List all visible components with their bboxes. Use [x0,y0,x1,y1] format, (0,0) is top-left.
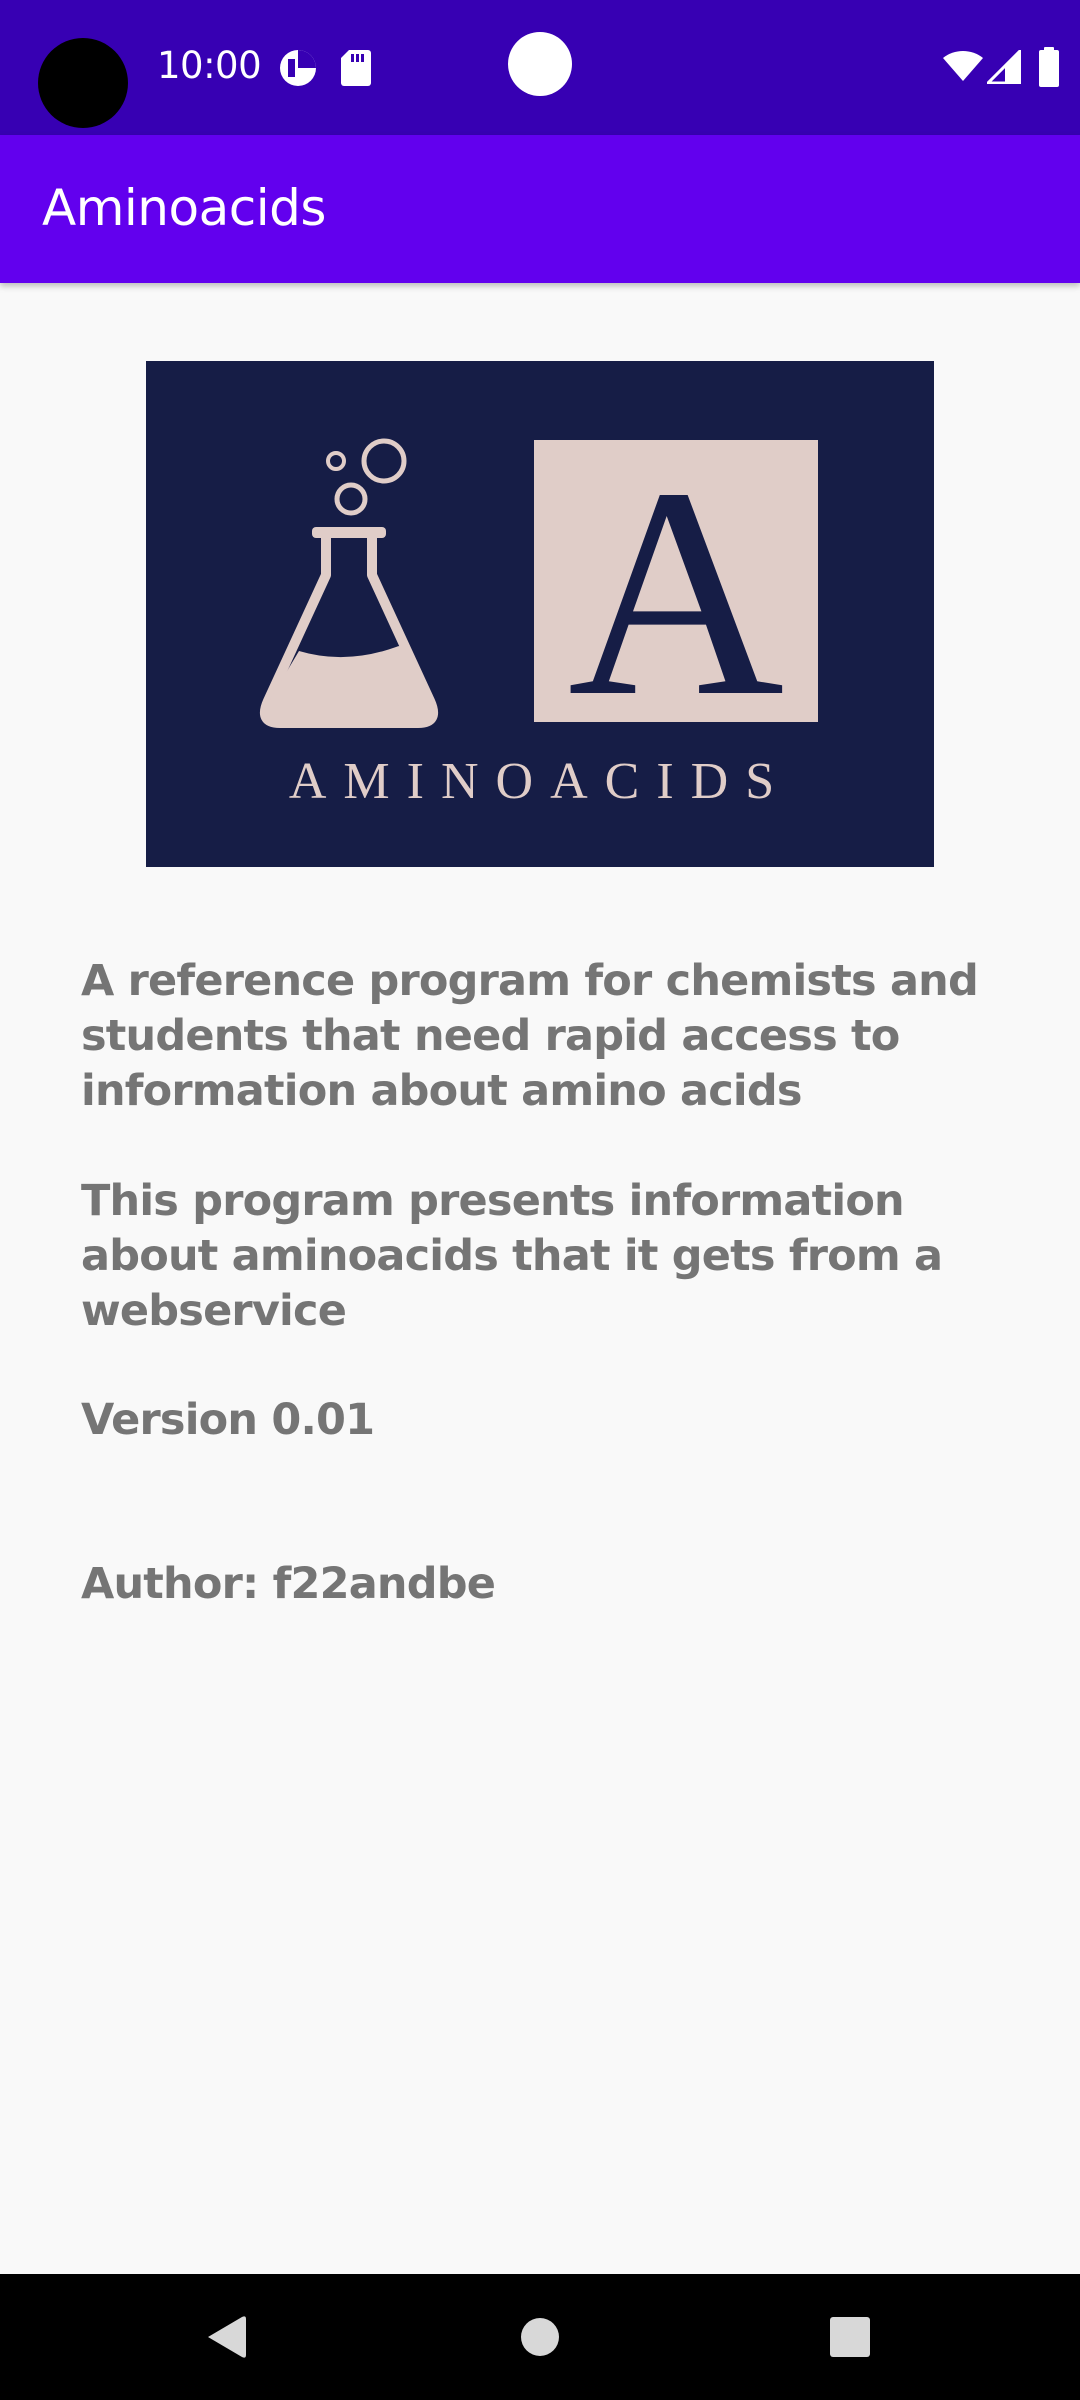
app-bar: Aminoacids [0,135,1080,283]
version-label: Version 0.01 [81,1395,375,1445]
data-saver-icon [278,48,318,93]
back-icon [208,2316,246,2358]
sd-card-icon [340,49,372,92]
home-button[interactable] [460,2274,620,2400]
camera-cutout [38,38,128,128]
battery-icon [1038,47,1060,92]
app-logo: A AMINOACIDS [146,361,934,867]
front-sensor [508,32,572,96]
recents-icon [830,2317,870,2357]
status-time: 10:00 [157,44,262,87]
app-details: This program presents information about … [81,1176,943,1336]
back-button[interactable] [146,2274,306,2400]
author-label: Author: f22andbe [81,1559,496,1609]
home-icon [521,2318,559,2356]
cellular-signal-icon [984,47,1022,89]
status-bar: 10:00 [0,0,1080,135]
app-title: Aminoacids [42,179,326,237]
recents-button[interactable] [770,2274,930,2400]
app-description: A reference program for chemists and stu… [81,956,979,1116]
logo-wordmark: AMINOACIDS [289,753,791,810]
navigation-bar [0,2274,1080,2400]
wifi-icon [942,50,984,87]
logo-letter: A [568,426,785,758]
